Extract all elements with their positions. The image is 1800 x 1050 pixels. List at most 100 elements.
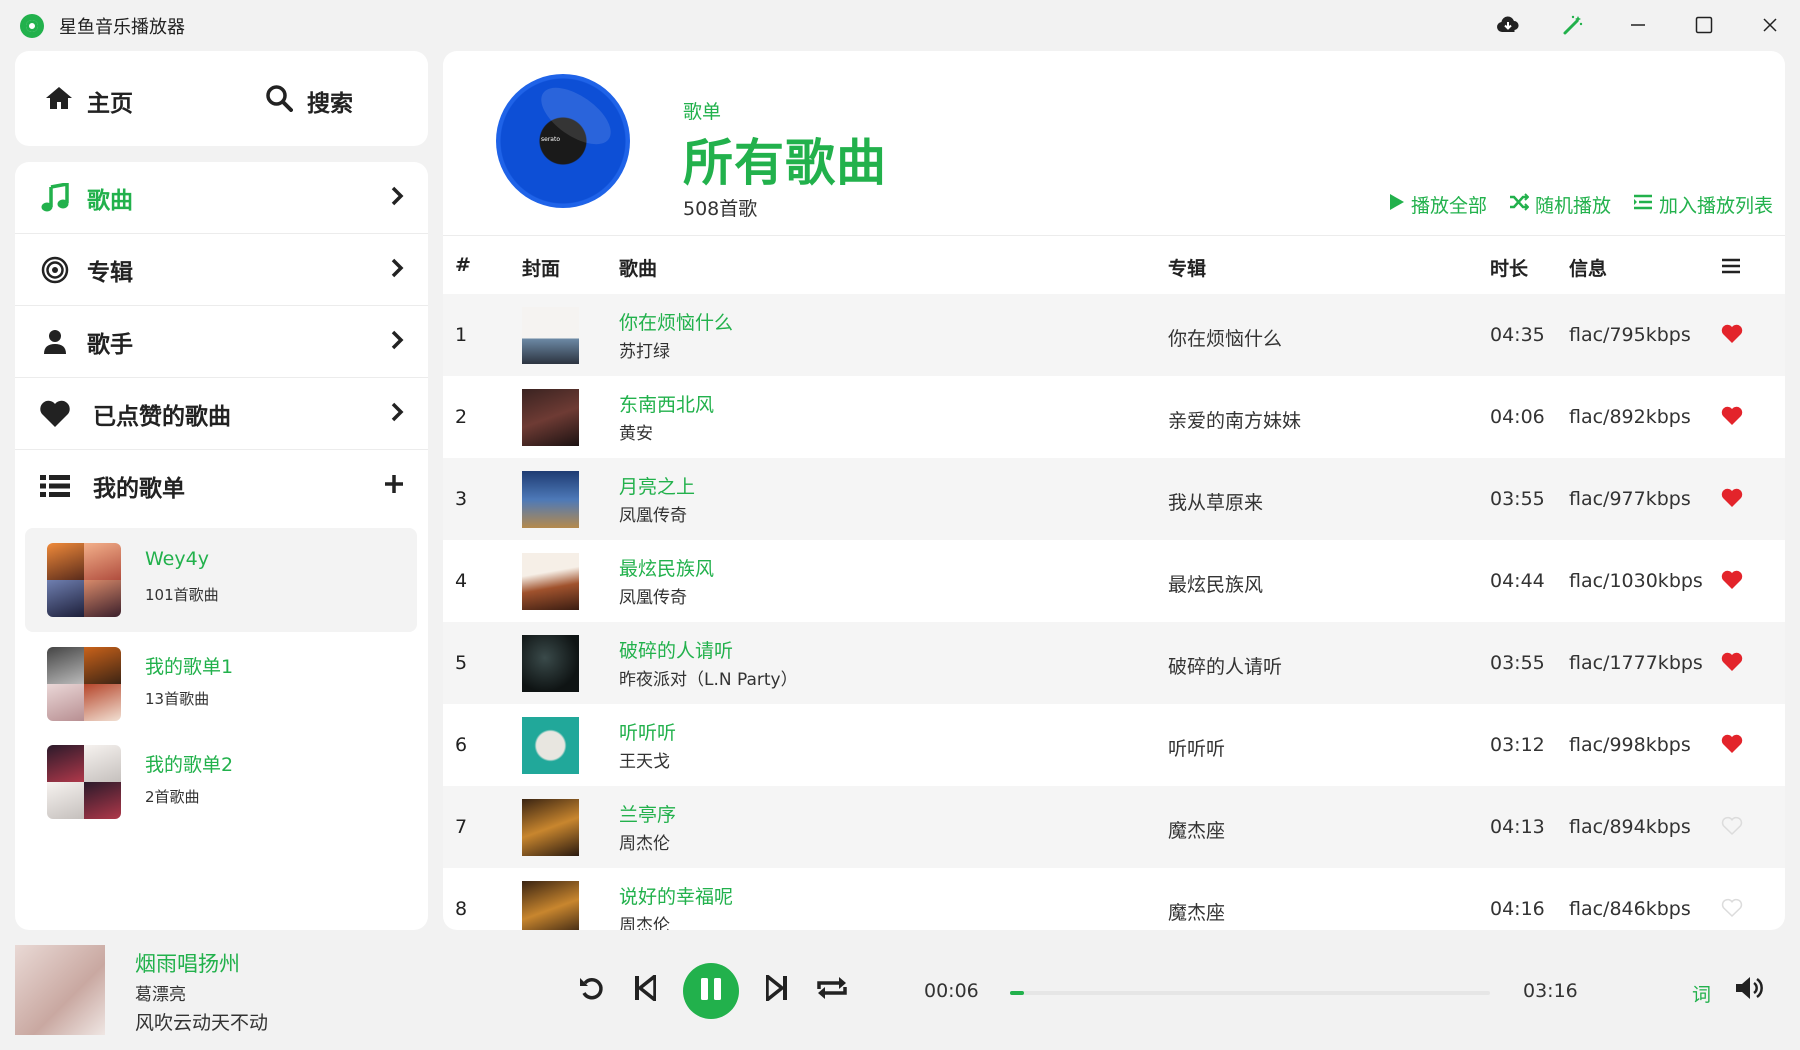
song-album[interactable]: 听听听: [1168, 734, 1225, 761]
replay-button[interactable]: [572, 970, 612, 1010]
column-album[interactable]: 专辑: [1168, 254, 1206, 281]
song-artist[interactable]: 昨夜派对（L.N Party）: [619, 665, 798, 690]
add-to-queue-label: 加入播放列表: [1658, 195, 1773, 217]
song-album[interactable]: 魔杰座: [1168, 898, 1225, 925]
add-to-queue-button[interactable]: 加入播放列表: [1633, 191, 1773, 218]
song-duration: 03:55: [1490, 652, 1545, 674]
table-row[interactable]: 4 最炫民族风 凤凰传奇 最炫民族风 04:44 flac/1030kbps: [443, 540, 1785, 622]
song-artist[interactable]: 王天戈: [619, 747, 670, 772]
cloud-download-icon[interactable]: [1488, 10, 1528, 40]
now-playing-cover[interactable]: [15, 945, 105, 1035]
sidebar-item-albums[interactable]: 专辑: [15, 234, 428, 306]
song-artist[interactable]: 苏打绿: [619, 337, 670, 362]
song-info: flac/892kbps: [1569, 406, 1691, 428]
song-title[interactable]: 东南西北风: [619, 390, 714, 417]
song-list-panel: serato 歌单 所有歌曲 508首歌 播放全部 随机播放 加入播放列表 # …: [443, 51, 1785, 930]
song-title[interactable]: 破碎的人请听: [619, 636, 733, 663]
now-playing-title[interactable]: 烟雨唱扬州: [135, 948, 240, 978]
liked-heart-icon[interactable]: [1721, 570, 1743, 594]
previous-button[interactable]: [625, 970, 665, 1010]
heart-outline-icon[interactable]: [1721, 898, 1743, 922]
magic-wand-icon[interactable]: [1553, 10, 1593, 40]
liked-heart-icon[interactable]: [1721, 734, 1743, 758]
row-number: 2: [455, 406, 468, 428]
home-icon: [45, 85, 73, 117]
song-album[interactable]: 最炫民族风: [1168, 570, 1263, 597]
liked-heart-icon[interactable]: [1721, 652, 1743, 676]
minimize-icon[interactable]: [1618, 10, 1658, 40]
song-artist[interactable]: 周杰伦: [619, 829, 670, 854]
home-button[interactable]: 主页: [45, 81, 133, 121]
liked-heart-icon[interactable]: [1721, 488, 1743, 512]
table-row[interactable]: 6 听听听 王天戈 听听听 03:12 flac/998kbps: [443, 704, 1785, 786]
play-all-label: 播放全部: [1410, 195, 1487, 217]
song-title[interactable]: 你在烦恼什么: [619, 308, 733, 335]
play-all-button[interactable]: 播放全部: [1389, 191, 1487, 218]
song-info: flac/846kbps: [1569, 898, 1691, 920]
song-title[interactable]: 月亮之上: [619, 472, 695, 499]
row-number: 7: [455, 816, 468, 838]
progress-slider[interactable]: [1010, 991, 1490, 995]
song-title[interactable]: 听听听: [619, 718, 676, 745]
sidebar-item-songs[interactable]: 歌曲: [15, 162, 428, 234]
repeat-button[interactable]: [812, 970, 852, 1010]
song-album[interactable]: 破碎的人请听: [1168, 652, 1282, 679]
now-playing-artist[interactable]: 葛漂亮: [135, 980, 186, 1005]
shuffle-button[interactable]: 随机播放: [1509, 191, 1611, 218]
table-row[interactable]: 8 说好的幸福呢 周杰伦 魔杰座 04:16 flac/846kbps: [443, 868, 1785, 930]
current-time: 00:06: [924, 980, 979, 1002]
liked-heart-icon[interactable]: [1721, 324, 1743, 348]
player-bar: 烟雨唱扬州 葛漂亮 风吹云动天不动 00:06 03:16 词: [0, 930, 1800, 1050]
song-album[interactable]: 你在烦恼什么: [1168, 324, 1282, 351]
song-title[interactable]: 最炫民族风: [619, 554, 714, 581]
table-row[interactable]: 5 破碎的人请听 昨夜派对（L.N Party） 破碎的人请听 03:55 fl…: [443, 622, 1785, 704]
song-cover: [522, 717, 579, 774]
add-playlist-button[interactable]: [384, 474, 404, 498]
sidebar-item-artists[interactable]: 歌手: [15, 306, 428, 378]
pause-button[interactable]: [683, 963, 739, 1019]
playlist-item[interactable]: 我的歌单1 13首歌曲: [25, 632, 417, 736]
next-button[interactable]: [757, 970, 797, 1010]
song-artist[interactable]: 凤凰传奇: [619, 501, 687, 526]
song-info: flac/894kbps: [1569, 816, 1691, 838]
song-info: flac/998kbps: [1569, 734, 1691, 756]
volume-button[interactable]: [1730, 970, 1770, 1010]
sidebar-item-my-playlists: 我的歌单: [15, 450, 428, 522]
song-artist[interactable]: 黄安: [619, 419, 653, 444]
table-row[interactable]: 1 你在烦恼什么 苏打绿 你在烦恼什么 04:35 flac/795kbps: [443, 294, 1785, 376]
replay-icon: [578, 974, 606, 1006]
liked-heart-icon[interactable]: [1721, 406, 1743, 430]
playlist-name: Wey4y: [145, 548, 209, 570]
song-album[interactable]: 亲爱的南方妹妹: [1168, 406, 1301, 433]
lyrics-button[interactable]: 词: [1692, 980, 1711, 1007]
song-cover: [522, 471, 579, 528]
column-song[interactable]: 歌曲: [619, 254, 657, 281]
song-album[interactable]: 我从草原来: [1168, 488, 1263, 515]
song-duration: 04:13: [1490, 816, 1545, 838]
song-title[interactable]: 兰亭序: [619, 800, 676, 827]
column-duration[interactable]: 时长: [1490, 254, 1528, 281]
chevron-right-icon: [390, 329, 404, 355]
song-artist[interactable]: 凤凰传奇: [619, 583, 687, 608]
table-row[interactable]: 2 东南西北风 黄安 亲爱的南方妹妹 04:06 flac/892kbps: [443, 376, 1785, 458]
table-row[interactable]: 3 月亮之上 凤凰传奇 我从草原来 03:55 flac/977kbps: [443, 458, 1785, 540]
song-artist[interactable]: 周杰伦: [619, 911, 670, 930]
maximize-icon[interactable]: [1684, 10, 1724, 40]
song-album[interactable]: 魔杰座: [1168, 816, 1225, 843]
search-button[interactable]: 搜索: [265, 81, 353, 121]
sidebar-item-liked-songs[interactable]: 已点赞的歌曲: [15, 378, 428, 450]
title-bar: 星鱼音乐播放器: [0, 0, 1800, 50]
song-title[interactable]: 说好的幸福呢: [619, 882, 733, 909]
close-icon[interactable]: [1750, 10, 1790, 40]
song-duration: 04:44: [1490, 570, 1545, 592]
vinyl-record-icon: serato: [496, 74, 630, 208]
song-cover: [522, 553, 579, 610]
table-row[interactable]: 7 兰亭序 周杰伦 魔杰座 04:13 flac/894kbps: [443, 786, 1785, 868]
heart-outline-icon[interactable]: [1721, 816, 1743, 840]
song-info: flac/977kbps: [1569, 488, 1691, 510]
playlist-item[interactable]: 我的歌单2 2首歌曲: [25, 730, 417, 834]
menu-icon[interactable]: [1721, 257, 1741, 279]
playlist-item[interactable]: Wey4y 101首歌曲: [25, 528, 417, 632]
header-subtitle: 歌单: [683, 101, 722, 123]
sidebar-item-label: 专辑: [87, 259, 133, 286]
